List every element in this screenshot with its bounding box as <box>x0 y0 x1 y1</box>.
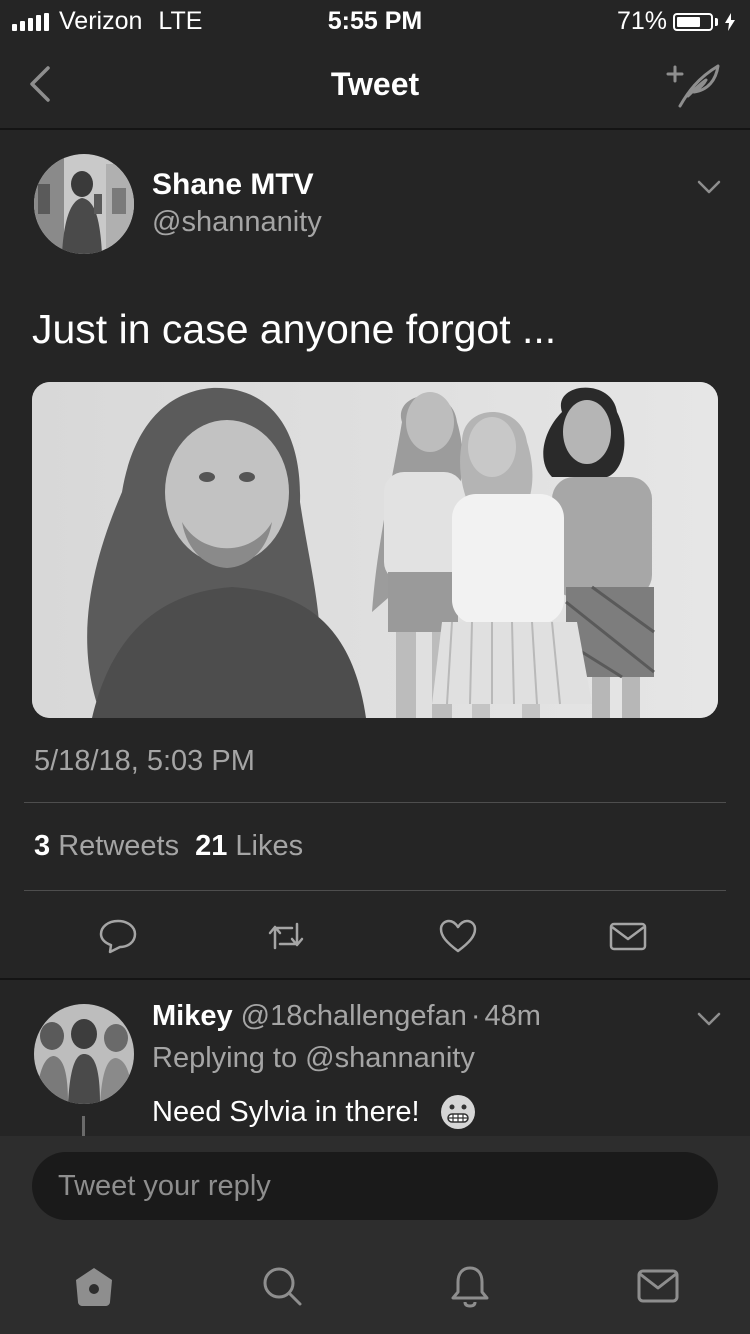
search-icon[interactable] <box>260 1264 304 1308</box>
retweet-icon[interactable] <box>266 918 306 954</box>
nav-bar: Tweet <box>0 40 750 130</box>
like-icon[interactable] <box>438 918 478 954</box>
reply-icon[interactable] <box>98 918 138 954</box>
author-handle[interactable]: @shannanity <box>152 206 322 239</box>
home-icon[interactable] <box>72 1264 116 1308</box>
avatar[interactable] <box>34 154 134 254</box>
retweet-label: Retweets <box>58 830 180 862</box>
author-name[interactable]: Shane MTV <box>152 168 314 202</box>
reply-header: Mikey @18challengefan · 48m <box>152 1000 541 1033</box>
replying-to[interactable]: Replying to @shannanity <box>152 1042 475 1075</box>
compose-tweet-icon[interactable] <box>666 62 722 108</box>
reply-text: Need Sylvia in there! <box>152 1094 476 1130</box>
like-count: 21 <box>195 830 228 862</box>
reply-age: 48m <box>484 1000 541 1032</box>
tweet-text: Just in case anyone forgot ... <box>32 306 557 352</box>
tweet-stats: 3 Retweets 21 Likes <box>34 830 303 863</box>
battery-percent: 71% <box>616 7 667 35</box>
retweets-stat[interactable]: 3 Retweets <box>34 830 179 863</box>
photo-image <box>32 382 718 718</box>
divider <box>24 890 726 891</box>
avatar-photo <box>34 1004 134 1104</box>
tab-bar <box>0 1242 750 1334</box>
tweet-timestamp: 5/18/18, 5:03 PM <box>34 745 255 777</box>
tweet-detail: Shane MTV @shannanity Just in case anyon… <box>0 130 750 978</box>
chevron-down-icon[interactable] <box>696 178 722 196</box>
share-icon[interactable] <box>608 918 648 954</box>
retweet-count: 3 <box>34 830 51 862</box>
likes-stat[interactable]: 21 Likes <box>195 830 303 863</box>
reply-author-handle[interactable]: @18challengefan <box>241 1000 467 1032</box>
grimacing-face-icon <box>440 1095 475 1129</box>
chevron-down-icon[interactable] <box>696 1010 722 1028</box>
status-bar: Verizon LTE 5:55 PM 71% <box>0 0 750 40</box>
reply-tweet[interactable]: Mikey @18challengefan · 48m Replying to @s… <box>0 980 750 1136</box>
notifications-icon[interactable] <box>448 1264 492 1308</box>
reply-input[interactable] <box>32 1152 718 1220</box>
avatar[interactable] <box>34 1004 134 1104</box>
divider <box>24 802 726 803</box>
bolt-icon <box>725 12 735 31</box>
page-title: Tweet <box>330 66 420 102</box>
reply-author-name[interactable]: Mikey <box>152 1000 233 1032</box>
like-label: Likes <box>235 830 304 862</box>
messages-icon[interactable] <box>636 1264 680 1308</box>
avatar-photo <box>34 154 134 254</box>
thread-line <box>82 1116 85 1136</box>
reply-composer <box>0 1136 750 1242</box>
battery-icon <box>673 12 713 31</box>
tweet-photo[interactable] <box>32 382 718 718</box>
meta-separator: · <box>470 1000 481 1032</box>
reply-text-content: Need Sylvia in there! <box>152 1095 420 1128</box>
